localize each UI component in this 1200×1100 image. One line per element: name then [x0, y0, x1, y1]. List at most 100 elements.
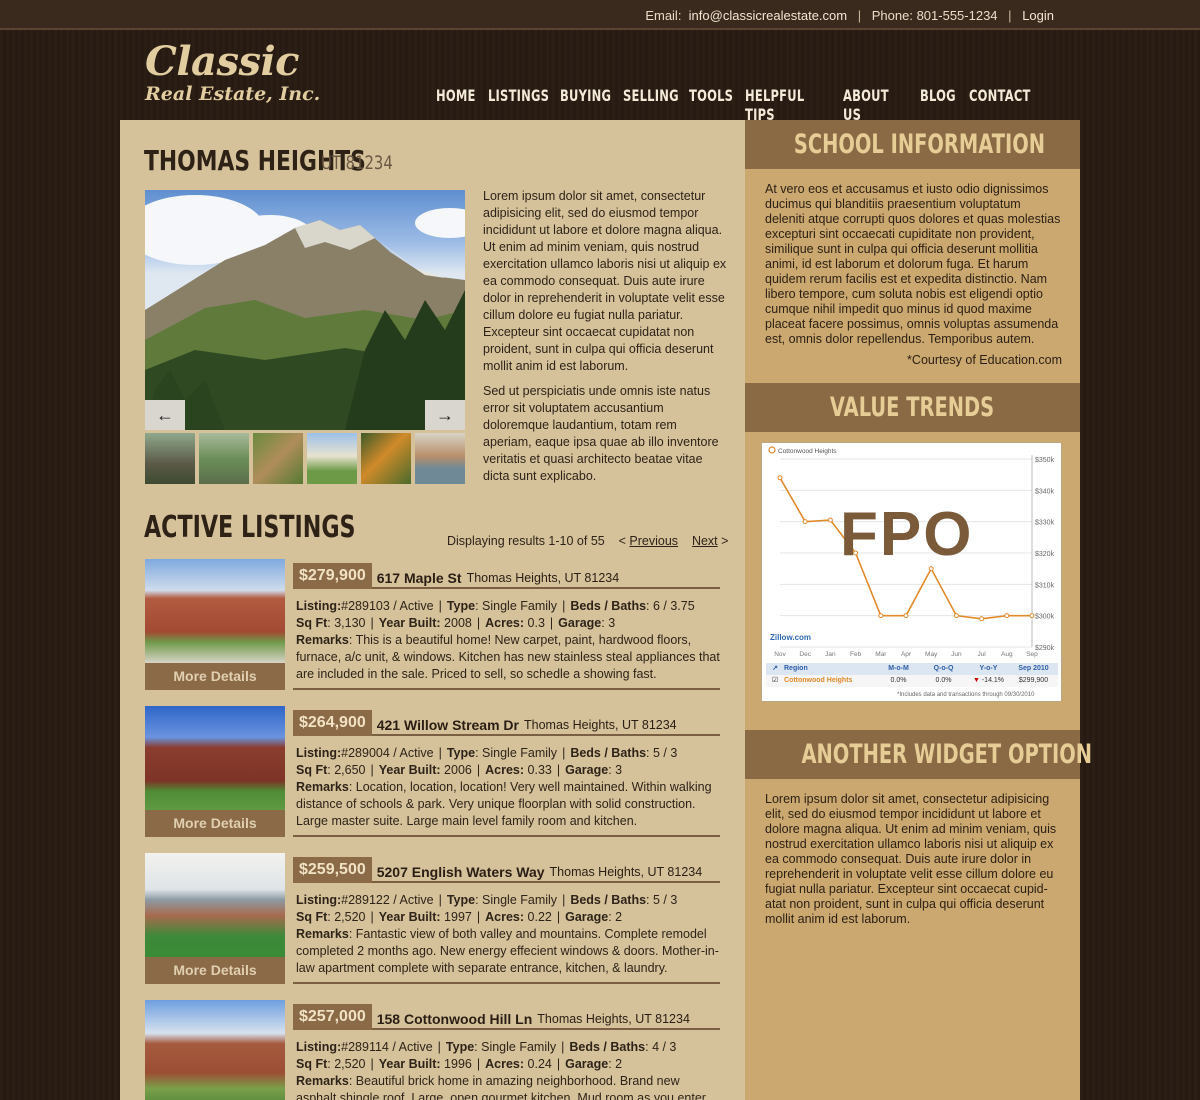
x-tick-label: Dec — [799, 651, 811, 658]
thumbnail[interactable] — [307, 433, 357, 484]
listing-photo[interactable] — [145, 1000, 285, 1100]
listing-price: $257,000 — [293, 1004, 372, 1030]
listing-address[interactable]: 617 Maple St — [377, 570, 462, 586]
nav-link[interactable]: CONTACT — [969, 86, 1031, 105]
another-widget-header: ANOTHER WIDGET OPTION — [745, 730, 1092, 779]
listing-garage: 3 — [608, 616, 616, 630]
label-acres: Acres: — [485, 616, 525, 630]
listing-remarks: Remarks: Fantastic view of both valley a… — [296, 927, 719, 975]
listing-type: Single Family — [482, 893, 558, 907]
thumbnail[interactable] — [199, 433, 249, 484]
nav-link[interactable]: SELLING — [623, 86, 679, 105]
label-remarks: Remarks — [296, 633, 349, 647]
login-link[interactable]: Login — [1022, 8, 1054, 23]
chart-table: ↗ Region M-o-M Q-o-Q Y-o-Y Sep 2010 ☑ Co… — [766, 663, 1058, 687]
listing-year: 1997 — [444, 910, 472, 924]
listing-beds: 5 / 3 — [652, 893, 678, 907]
logo[interactable]: Classic Real Estate, Inc. — [145, 40, 321, 105]
listing-beds: 4 / 3 — [652, 1040, 677, 1054]
listing-address[interactable]: 421 Willow Stream Dr — [377, 717, 519, 733]
listing-price: $259,500 — [293, 857, 372, 883]
listing-photo[interactable] — [145, 559, 285, 663]
nav-link[interactable]: TOOLS — [689, 86, 733, 105]
remarks-text: Fantastic view of both valley and mounta… — [296, 927, 719, 975]
label-remarks: Remarks — [296, 780, 349, 794]
right-arrow-icon: → — [436, 405, 454, 425]
listing-card: More Details $264,900 421 Willow Stream Dr… — [145, 706, 720, 841]
divider — [293, 982, 720, 984]
listing-price: $264,900 — [293, 710, 372, 736]
label-beds: Beds / Baths — [570, 599, 647, 613]
nav-link[interactable]: BUYING — [560, 86, 611, 105]
nav-link[interactable]: HELPFUL TIPS — [745, 86, 816, 124]
data-point — [953, 613, 959, 619]
label-listing: Listing: — [296, 1040, 342, 1054]
listing-beds: 6 / 3.75 — [652, 599, 695, 613]
listing-photo[interactable] — [145, 706, 285, 810]
zillow-logo[interactable]: Zillow.com — [770, 633, 811, 642]
data-point — [827, 517, 833, 523]
next-photo-button[interactable]: → — [425, 400, 465, 430]
top-bar: Email: info@classicrealestate.com | Phon… — [0, 0, 1200, 30]
data-point — [878, 613, 884, 619]
label-listing: Listing: — [296, 599, 342, 613]
listing-header: $264,900 421 Willow Stream Dr Thomas Heigh… — [293, 710, 720, 736]
table-header-yoy: Y-o-Y — [979, 665, 998, 672]
listing-details: Listing:#289122 / Active | Type: Single Fa… — [296, 892, 721, 977]
thumbnail[interactable] — [145, 433, 195, 484]
nav-link[interactable]: LISTINGS — [488, 86, 549, 105]
next-link[interactable]: Next — [692, 534, 718, 548]
more-details-button[interactable]: More Details — [145, 810, 285, 837]
listing-sqft: 2,520 — [334, 1057, 366, 1071]
listing-city: Thomas Heights, UT 81234 — [537, 1012, 690, 1026]
label-year: Year Built: — [378, 763, 441, 777]
label-garage: Garage — [558, 616, 602, 630]
listing-sqft: 3,130 — [334, 616, 366, 630]
label-beds: Beds / Baths — [570, 893, 647, 907]
intro-text: Lorem ipsum dolor sit amet, consectetur … — [483, 188, 728, 493]
previous-link[interactable]: Previous — [629, 534, 678, 548]
prev-photo-button[interactable]: ← — [145, 400, 185, 430]
label-sqft: Sq Ft — [296, 910, 328, 924]
active-listings-title: ACTIVE LISTINGS — [144, 510, 356, 545]
more-details-button[interactable]: More Details — [145, 663, 285, 690]
label-listing: Listing: — [296, 746, 342, 760]
label-beds: Beds / Baths — [570, 746, 647, 760]
phone-number: 801-555-1234 — [916, 8, 998, 23]
listing-address[interactable]: 5207 English Waters Way — [377, 864, 545, 880]
nav-link[interactable]: HOME — [436, 86, 476, 105]
logo-line2: Real Estate, Inc. — [145, 83, 321, 105]
label-garage: Garage — [565, 763, 609, 777]
label-sqft: Sq Ft — [296, 616, 328, 630]
label-beds: Beds / Baths — [569, 1040, 646, 1054]
hero-photo: ← → — [145, 190, 465, 430]
label-year: Year Built: — [378, 616, 441, 630]
email-link[interactable]: info@classicrealestate.com — [689, 8, 847, 23]
listing-price: $279,900 — [293, 563, 372, 589]
listing-card: More Details$257,000158 Cottonwood Hill … — [145, 1000, 720, 1100]
intro-paragraph: Lorem ipsum dolor sit amet, consectetur … — [483, 189, 727, 373]
table-header-mom: M-o-M — [888, 665, 909, 672]
more-details-button[interactable]: More Details — [145, 957, 285, 984]
table-value: $299,900 — [1018, 677, 1049, 684]
nav-link[interactable]: ABOUT US — [843, 86, 898, 124]
listing-number: #289122 / Active — [341, 893, 434, 907]
listing-remarks: Remarks: This is a beautiful home! New c… — [296, 633, 720, 681]
sidebar: SCHOOL INFORMATION At vero eos et accusa… — [745, 120, 1092, 1100]
listing-remarks: Remarks: Beautiful brick home in amazing… — [296, 1073, 721, 1100]
thumbnail[interactable] — [253, 433, 303, 484]
data-point — [903, 613, 909, 619]
x-tick-label: Apr — [901, 651, 912, 658]
thumbnail[interactable] — [415, 433, 465, 484]
checkbox-icon[interactable]: ☑ — [766, 675, 784, 687]
listing-address[interactable]: 158 Cottonwood Hill Ln — [377, 1011, 533, 1027]
listing-photo[interactable] — [145, 853, 285, 957]
pagination: Displaying results 1-10 of 55 < Previous… — [447, 534, 729, 548]
thumbnail[interactable] — [361, 433, 411, 484]
label-sqft: Sq Ft — [296, 1057, 328, 1071]
listing-number: #289114 / Active — [341, 1040, 433, 1054]
nav-link[interactable]: BLOG — [920, 86, 956, 105]
table-header-qoq: Q-o-Q — [933, 665, 954, 672]
listing-type: Single Family — [482, 746, 558, 760]
y-tick-label: $300k — [1035, 614, 1055, 621]
